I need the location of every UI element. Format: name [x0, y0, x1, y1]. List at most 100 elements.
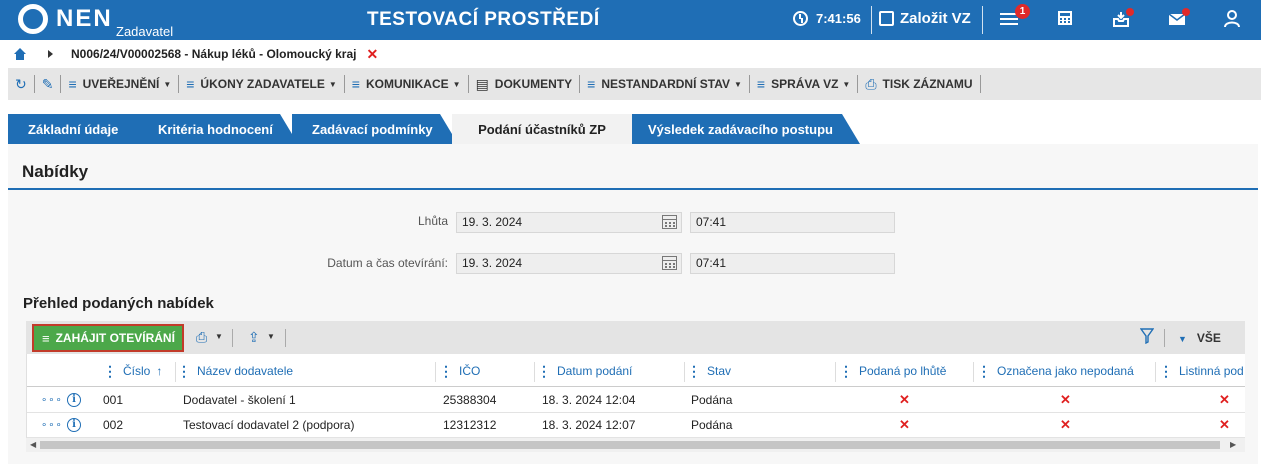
column-menu-icon[interactable]: ⋮: [103, 364, 117, 378]
user-icon[interactable]: [1224, 10, 1244, 30]
filter-icon[interactable]: [1139, 328, 1155, 348]
caret-down-icon[interactable]: ▼: [215, 332, 223, 341]
create-vz-button[interactable]: Založit VZ: [879, 10, 971, 27]
tab-kriteria-hodnoceni[interactable]: Kritéria hodnocení: [138, 114, 298, 144]
cell-late-x-icon: ✕: [899, 392, 910, 407]
col-ico[interactable]: ⋮ IČO: [439, 356, 480, 386]
col-supplier-label: Název dodavatele: [197, 364, 294, 378]
tab-zadavaci-podminky[interactable]: Zadávací podmínky: [292, 114, 458, 144]
list-icon: ≡: [587, 76, 596, 92]
inbox-alert-dot: [1126, 8, 1134, 16]
mail-alert-dot: [1182, 8, 1190, 16]
column-menu-icon[interactable]: ⋮: [439, 364, 453, 378]
menu-sprava-label: SPRÁVA VZ: [771, 77, 839, 91]
caret-down-icon[interactable]: ▼: [267, 332, 275, 341]
top-bar: NEN Zadavatel TESTOVACÍ PROSTŘEDÍ 7:41:5…: [0, 0, 1261, 40]
create-vz-label: Založit VZ: [900, 10, 971, 27]
opening-time-field[interactable]: 07:41: [690, 253, 895, 274]
menu-ukony-zadavatele[interactable]: ≡ ÚKONY ZADAVATELE ▼: [179, 68, 344, 100]
deadline-date-field[interactable]: 19. 3. 2024: [456, 212, 682, 233]
menu-uverejneni[interactable]: ≡ UVEŘEJNĚNÍ ▼: [61, 68, 178, 100]
col-number[interactable]: ⋮ Číslo ↑: [103, 356, 162, 386]
home-icon[interactable]: [14, 48, 26, 60]
export-grid-icon[interactable]: ⎙: [196, 329, 207, 346]
row-info[interactable]: i: [67, 413, 81, 437]
menu-tisk-zaznamu[interactable]: ⎙ TISK ZÁZNAMU: [858, 68, 979, 100]
caret-down-icon: ▼: [452, 79, 461, 89]
notification-badge: 1: [1015, 4, 1030, 19]
action-toolbar: ↻ ✎ ≡ UVEŘEJNĚNÍ ▼ ≡ ÚKONY ZADAVATELE ▼ ≡ KOM…: [8, 68, 1261, 100]
col-supplier[interactable]: ⋮ Název dodavatele: [177, 356, 293, 386]
scrollbar-thumb[interactable]: [40, 441, 1220, 449]
menu-uverejneni-label: UVEŘEJNĚNÍ: [82, 77, 160, 91]
col-status[interactable]: ⋮ Stav: [687, 356, 731, 386]
tab-podani-ucastniku[interactable]: Podání účastníků ZP: [452, 114, 632, 144]
column-menu-icon[interactable]: ⋮: [687, 364, 701, 378]
logo-subtitle: Zadavatel: [116, 24, 174, 39]
info-icon[interactable]: i: [67, 418, 81, 432]
scroll-left-icon[interactable]: ◀: [30, 440, 36, 449]
opening-date-field[interactable]: 19. 3. 2024: [456, 253, 682, 274]
col-unsubmitted[interactable]: ⋮ Označena jako nepodaná: [977, 356, 1134, 386]
horizontal-scrollbar[interactable]: ◀ ▶: [26, 438, 1245, 452]
menu-komunikace[interactable]: ≡ KOMUNIKACE ▼: [345, 68, 468, 100]
edit-button[interactable]: ✎: [35, 68, 61, 100]
view-all-label: VŠE: [1196, 331, 1221, 345]
cell-ico: 12312312: [443, 418, 497, 432]
menu-nestandardni-stav[interactable]: ≡ NESTANDARDNÍ STAV ▼: [580, 68, 749, 100]
environment-title: TESTOVACÍ PROSTŘEDÍ: [367, 9, 600, 30]
calendar-icon[interactable]: [662, 256, 677, 270]
nen-logo[interactable]: NEN: [18, 4, 113, 34]
document-icon: ▤: [475, 75, 489, 92]
column-menu-icon[interactable]: ⋮: [177, 364, 191, 378]
tab-zakladni-udaje[interactable]: Základní údaje: [8, 114, 156, 144]
caret-down-icon: ▼: [733, 79, 742, 89]
menu-ukony-label: ÚKONY ZADAVATELE: [200, 77, 325, 91]
col-ico-label: IČO: [459, 364, 481, 378]
table-row[interactable]: ∘∘∘ i 002 Testovací dodavatel 2 (podpora…: [27, 413, 1245, 438]
cell-supplier: Testovací dodavatel 2 (podpora): [183, 418, 355, 432]
list-icon: ≡: [68, 76, 77, 92]
cell-submitted: 18. 3. 2024 12:07: [542, 418, 636, 432]
deadline-label: Lhůta: [417, 214, 448, 228]
col-late[interactable]: ⋮ Podaná po lhůtě: [839, 356, 946, 386]
breadcrumb: N006/24/V00002568 - Nákup léků - Olomouc…: [0, 40, 1261, 68]
start-opening-button[interactable]: ≡ ZAHÁJIT OTEVÍRÁNÍ: [32, 324, 184, 352]
column-menu-icon[interactable]: ⋮: [839, 364, 853, 378]
calendar-icon[interactable]: [662, 215, 677, 229]
list-icon: ≡: [756, 76, 766, 92]
menu-komunikace-label: KOMUNIKACE: [365, 77, 449, 91]
view-all-toggle[interactable]: ▼ VŠE: [1178, 331, 1221, 345]
bids-overview-title: Přehled podaných nabídek: [23, 295, 214, 312]
scroll-right-icon[interactable]: ▶: [1230, 440, 1236, 449]
list-icon: ≡: [42, 330, 50, 346]
col-paper[interactable]: ⋮ Listinná pod: [1159, 356, 1244, 386]
logo-text: NEN: [56, 5, 113, 32]
column-menu-icon[interactable]: ⋮: [1159, 364, 1173, 378]
refresh-button[interactable]: ↻: [8, 68, 34, 100]
column-menu-icon[interactable]: ⋮: [537, 364, 551, 378]
table-row[interactable]: ∘∘∘ i 001 Dodavatel - školení 1 25388304…: [27, 388, 1245, 413]
cell-status: Podána: [691, 393, 733, 407]
menu-nestandardni-label: NESTANDARDNÍ STAV: [601, 77, 730, 91]
menu-sprava-vz[interactable]: ≡ SPRÁVA VZ ▼: [750, 68, 857, 100]
breadcrumb-current[interactable]: N006/24/V00002568 - Nákup léků - Olomouc…: [71, 47, 356, 61]
calculator-icon[interactable]: [1057, 10, 1077, 30]
opening-label: Datum a čas otevírání:: [327, 256, 448, 270]
column-menu-icon[interactable]: ⋮: [977, 364, 991, 378]
edit-icon: [879, 11, 894, 26]
cell-late-x-icon: ✕: [899, 417, 910, 432]
row-actions-icon[interactable]: ∘∘∘: [41, 388, 63, 412]
row-actions-icon[interactable]: ∘∘∘: [41, 413, 63, 437]
close-icon[interactable]: ✕: [366, 46, 378, 63]
row-info[interactable]: i: [67, 388, 81, 412]
clock-icon: [793, 11, 808, 26]
col-submitted[interactable]: ⋮ Datum podání: [537, 356, 632, 386]
info-icon[interactable]: i: [67, 393, 81, 407]
col-number-label: Číslo: [123, 364, 151, 378]
deadline-time-field[interactable]: 07:41: [690, 212, 895, 233]
share-icon[interactable]: ⇪: [248, 329, 260, 346]
caret-down-icon: ▼: [1178, 334, 1187, 344]
menu-dokumenty[interactable]: ▤ DOKUMENTY: [469, 68, 580, 100]
tab-vysledek[interactable]: Výsledek zadávacího postupu: [628, 114, 860, 144]
